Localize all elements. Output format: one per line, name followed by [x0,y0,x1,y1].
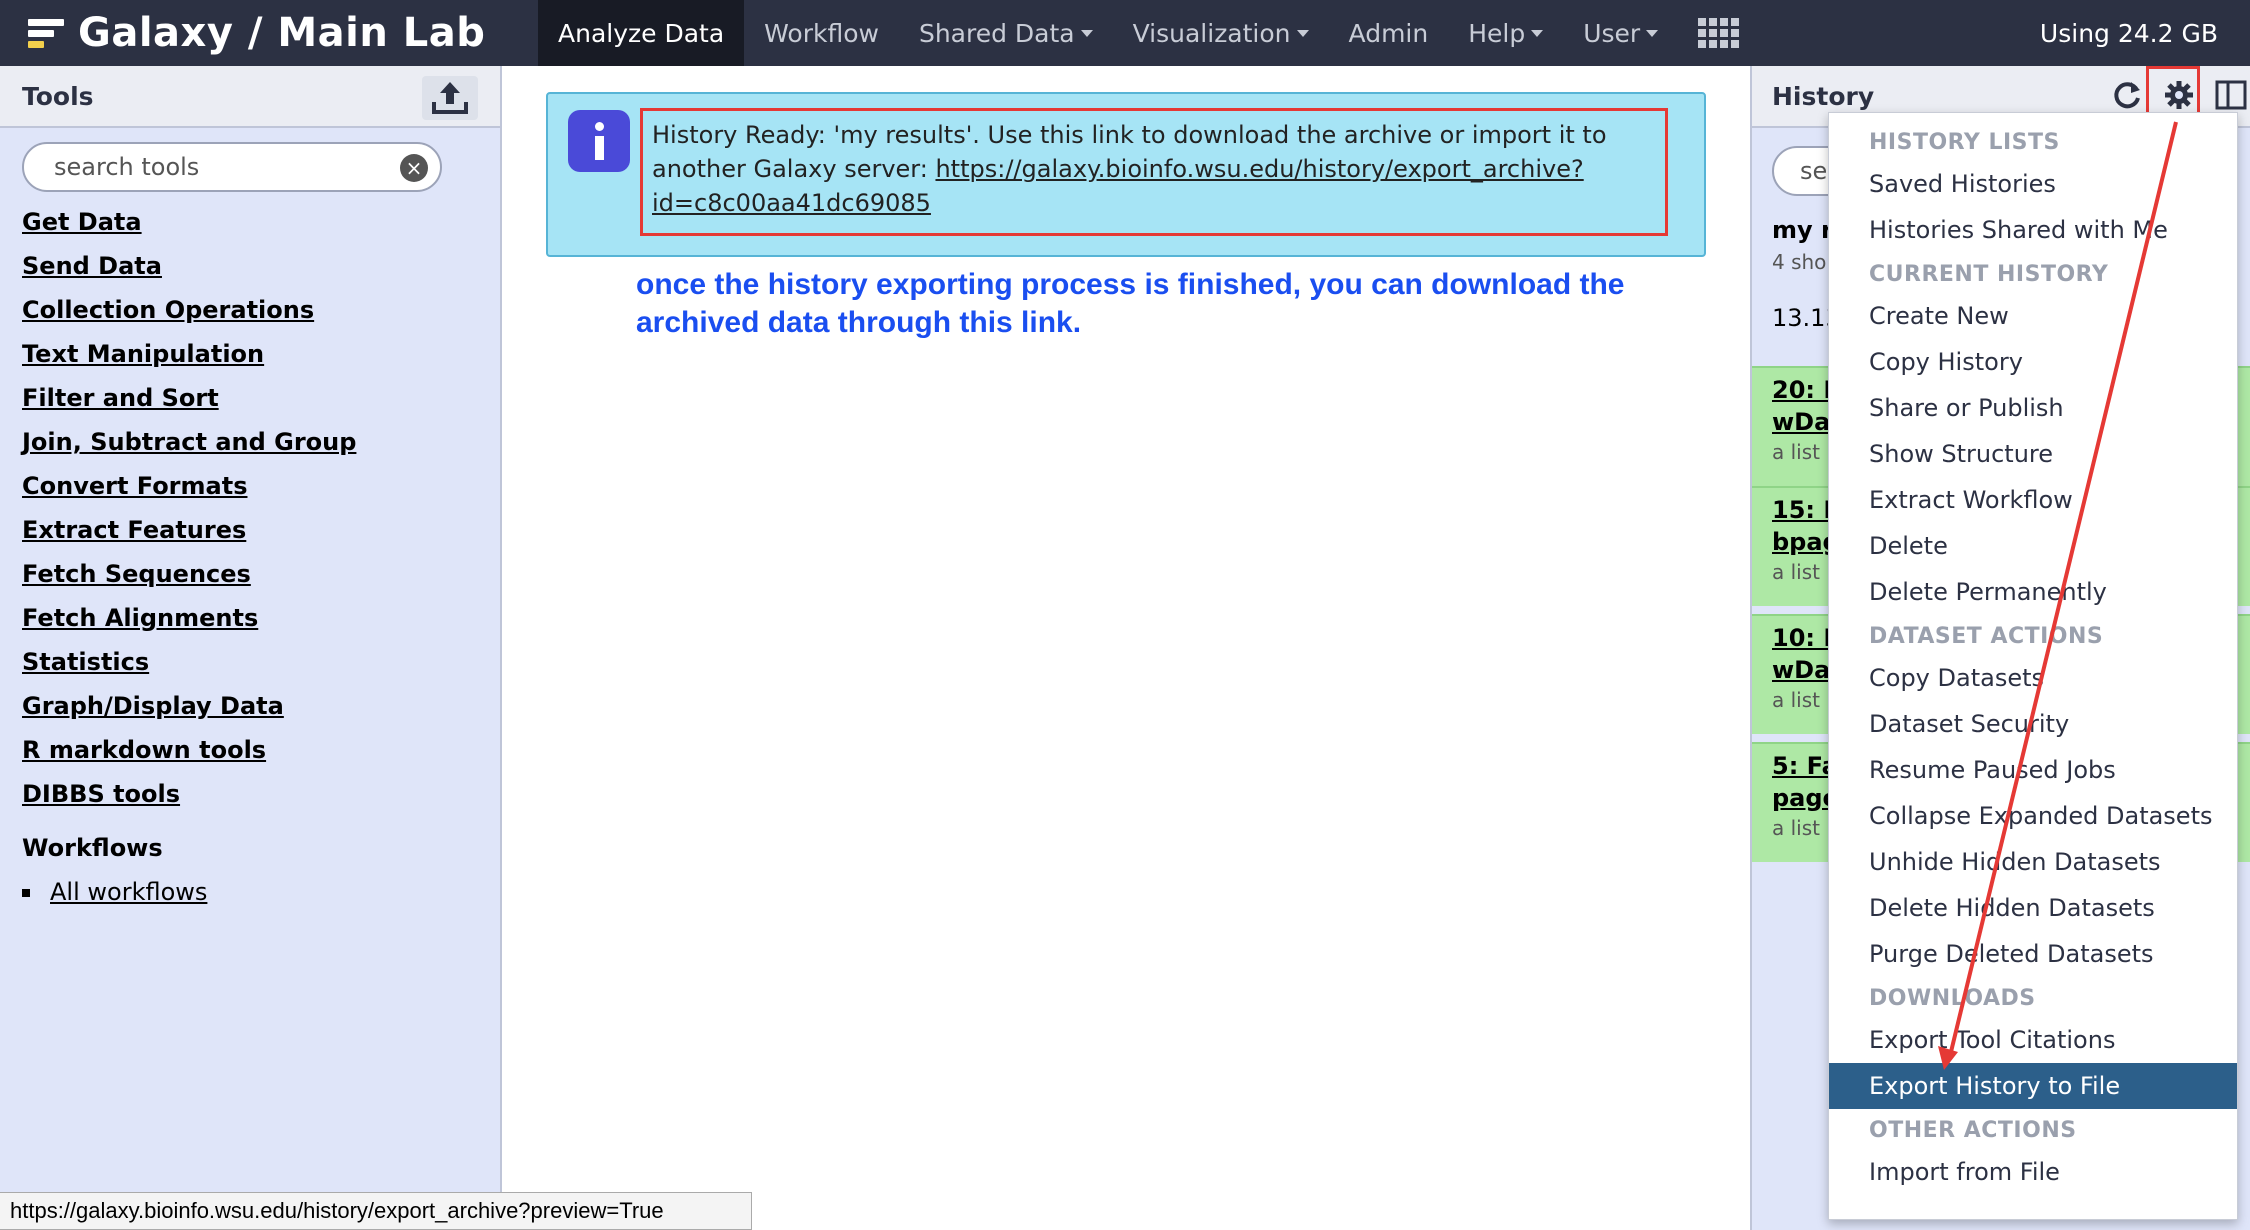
tool-section-link[interactable]: Extract Features [22,508,356,552]
menu-item-saved-histories[interactable]: Saved Histories [1829,161,2237,207]
menu-item-export-citations[interactable]: Export Tool Citations [1829,1017,2237,1063]
center-panel: History Ready: 'my results'. Use this li… [502,66,1750,1230]
menu-item-delete[interactable]: Delete [1829,523,2237,569]
info-message-text: History Ready: 'my results'. Use this li… [652,118,1662,220]
tool-section-link[interactable]: Get Data [22,200,356,244]
brand[interactable]: Galaxy / Main Lab [24,0,485,66]
menu-header-other-actions: OTHER ACTIONS [1869,1118,2077,1143]
nav-tabs: Analyze Data Workflow Shared Data Visual… [538,0,1740,66]
tab-label: Shared Data [918,18,1075,48]
info-icon [568,110,630,172]
menu-item-show-structure[interactable]: Show Structure [1829,431,2237,477]
tool-section-link[interactable]: R markdown tools [22,728,356,772]
tool-panel-title: Tools [22,81,94,111]
tab-visualization[interactable]: Visualization [1113,0,1329,66]
all-workflows-item: All workflows [22,878,207,906]
tool-section-link[interactable]: Filter and Sort [22,376,356,420]
tab-analyze-data[interactable]: Analyze Data [538,0,745,66]
menu-item-export-history[interactable]: Export History to File [1829,1063,2237,1109]
upload-icon [432,82,468,114]
menu-item-extract-workflow[interactable]: Extract Workflow [1829,477,2237,523]
tool-section-link[interactable]: Statistics [22,640,356,684]
menu-header-history-lists: HISTORY LISTS [1869,130,2060,155]
tool-section-list: Get Data Send Data Collection Operations… [22,200,356,816]
tool-section-link[interactable]: DIBBS tools [22,772,356,816]
quota-meter[interactable]: Using 24.2 GB [2040,0,2218,66]
tool-section-link[interactable]: Convert Formats [22,464,356,508]
menu-item-create-new[interactable]: Create New [1829,293,2237,339]
tab-admin[interactable]: Admin [1329,0,1449,66]
tab-user[interactable]: User [1563,0,1678,66]
tab-label: Help [1468,18,1526,48]
tool-section-link[interactable]: Send Data [22,244,356,288]
clear-search-icon[interactable]: × [400,154,428,182]
annotation-text: once the history exporting process is fi… [636,268,1625,339]
menu-item-delete-permanently[interactable]: Delete Permanently [1829,569,2237,615]
tool-section-link[interactable]: Collection Operations [22,288,356,332]
brand-title: Galaxy / Main Lab [78,10,486,56]
bullet-icon [22,889,30,897]
menu-item-delete-hidden[interactable]: Delete Hidden Datasets [1829,885,2237,931]
menu-header-downloads: DOWNLOADS [1869,986,2036,1011]
menu-item-import-from-file[interactable]: Import from File [1829,1149,2237,1195]
history-options-menu: HISTORY LISTS Saved Histories Histories … [1828,112,2238,1220]
info-message: History Ready: 'my results'. Use this li… [546,92,1706,257]
tool-section-link[interactable]: Fetch Sequences [22,552,356,596]
history-panel-title: History [1772,81,1875,111]
tab-label: Visualization [1132,18,1291,48]
menu-item-share-publish[interactable]: Share or Publish [1829,385,2237,431]
tool-search-input[interactable]: search tools × [22,142,442,192]
status-bar-url: https://galaxy.bioinfo.wsu.edu/history/e… [0,1192,752,1230]
upload-button[interactable] [422,76,478,120]
masthead: Galaxy / Main Lab Analyze Data Workflow … [0,0,2250,66]
menu-item-copy-datasets[interactable]: Copy Datasets [1829,655,2237,701]
tool-section-link[interactable]: Graph/Display Data [22,684,356,728]
tool-section-link[interactable]: Join, Subtract and Group [22,420,356,464]
apps-grid-icon[interactable] [1678,0,1740,66]
tab-help[interactable]: Help [1448,0,1563,66]
tab-workflow[interactable]: Workflow [744,0,899,66]
tab-shared-data[interactable]: Shared Data [899,0,1113,66]
galaxy-logo-icon [24,11,68,55]
tab-label: Admin [1348,18,1429,48]
tab-label: User [1583,18,1641,48]
menu-item-histories-shared[interactable]: Histories Shared with Me [1829,207,2237,253]
tool-panel: Tools search tools × Get Data Send Data … [0,66,502,1230]
caret-down-icon [1646,29,1659,37]
caret-down-icon [1080,29,1093,37]
all-workflows-link[interactable]: All workflows [50,878,207,906]
menu-item-collapse-expanded[interactable]: Collapse Expanded Datasets [1829,793,2237,839]
menu-header-dataset-actions: DATASET ACTIONS [1869,624,2104,649]
menu-item-unhide-hidden[interactable]: Unhide Hidden Datasets [1829,839,2237,885]
tab-label: Workflow [764,18,879,48]
menu-item-copy-history[interactable]: Copy History [1829,339,2237,385]
tab-label: Analyze Data [558,18,725,48]
tool-section-link[interactable]: Text Manipulation [22,332,356,376]
tool-section-link[interactable]: Fetch Alignments [22,596,356,640]
menu-item-resume-paused[interactable]: Resume Paused Jobs [1829,747,2237,793]
menu-item-purge-deleted[interactable]: Purge Deleted Datasets [1829,931,2237,977]
menu-item-dataset-security[interactable]: Dataset Security [1829,701,2237,747]
caret-down-icon [1531,29,1544,37]
history-count: 4 sho [1772,250,1827,274]
history-name[interactable]: my r [1772,216,1833,244]
menu-header-current-history: CURRENT HISTORY [1869,262,2109,287]
caret-down-icon [1296,29,1309,37]
tool-search-placeholder: search tools [54,153,200,181]
workflows-heading: Workflows [22,834,163,862]
